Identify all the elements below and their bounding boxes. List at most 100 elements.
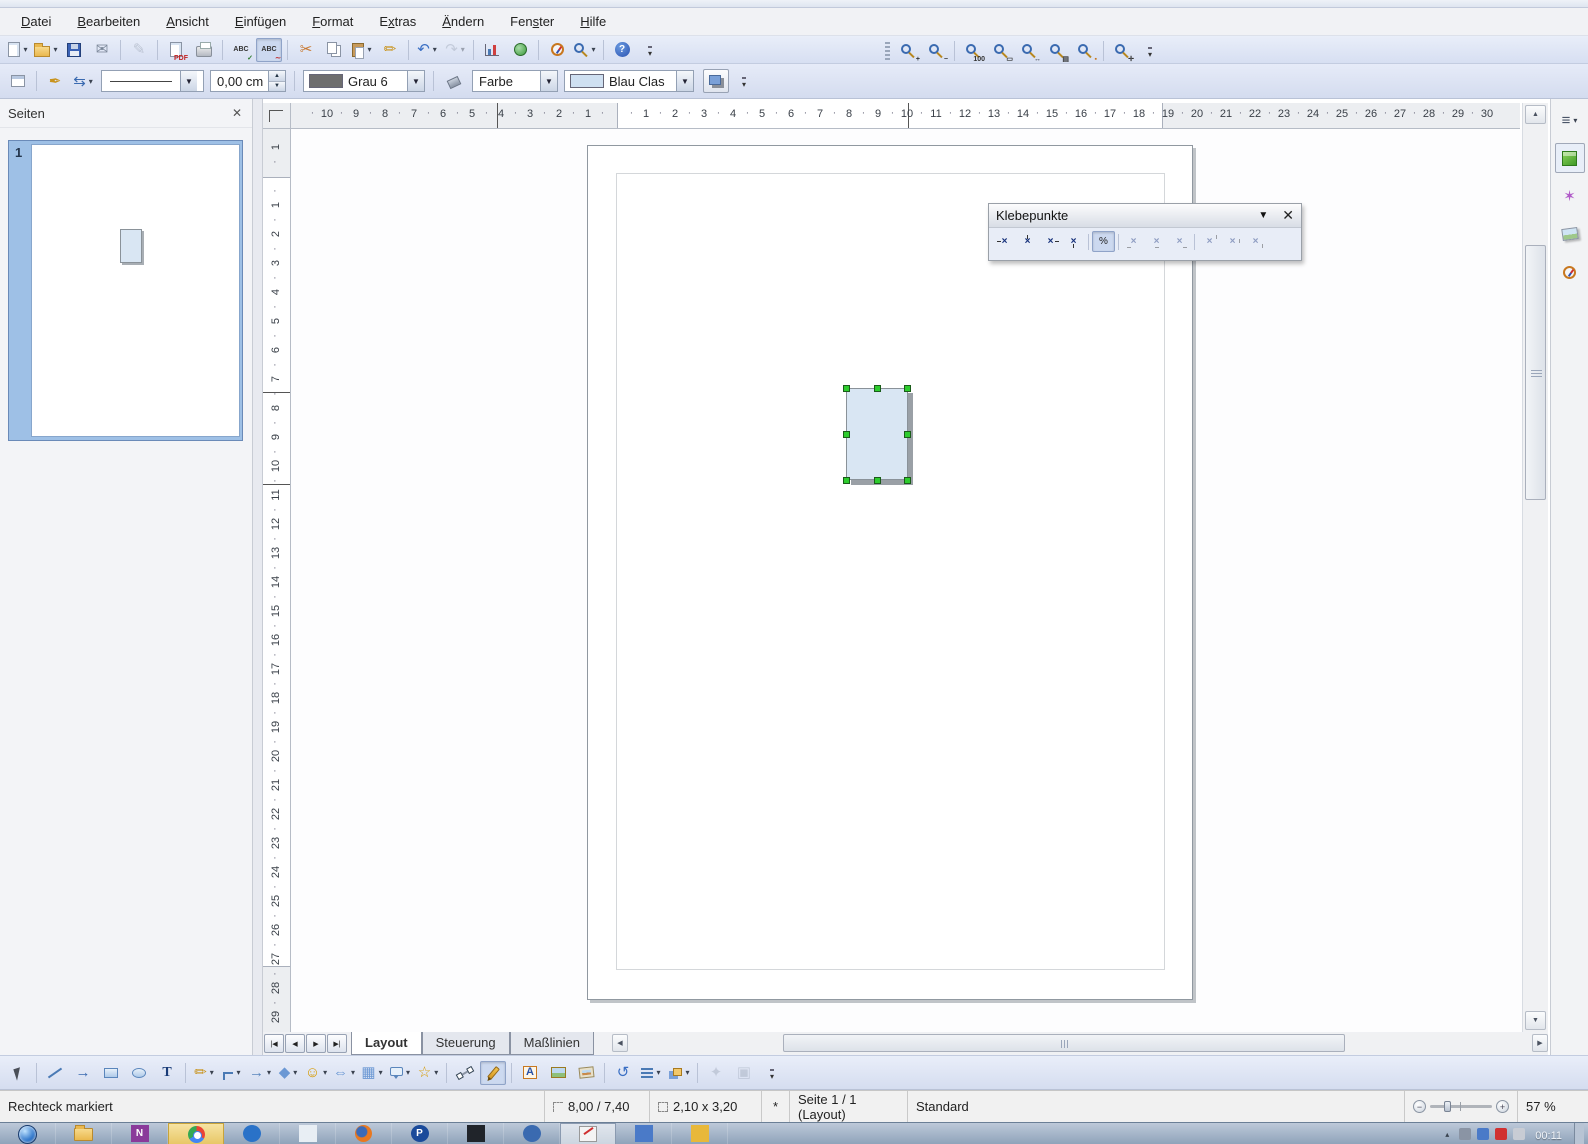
fill-style-select[interactable]: Farbe ▼ [472, 70, 558, 92]
zoom-slider[interactable] [1430, 1105, 1492, 1108]
ruler-corner[interactable] [263, 103, 291, 129]
zoom-previous-button[interactable]: ▤ [1044, 39, 1070, 63]
paste-dropdown[interactable]: ▾ [367, 45, 371, 54]
save-button[interactable] [61, 38, 87, 62]
tray-icon-3[interactable] [1495, 1128, 1507, 1140]
block-arrows-dropdown[interactable]: ▾ [351, 1068, 355, 1077]
fill-color-select[interactable]: Blau Clas ▼ [564, 70, 694, 92]
taskbar-app-circle[interactable] [504, 1123, 560, 1144]
previous-layer-button[interactable]: ◀ [285, 1034, 305, 1053]
toolbar-options-button[interactable]: ▾ [1137, 39, 1163, 63]
show-desktop-button[interactable] [1574, 1123, 1584, 1144]
toolbar-menu-icon[interactable]: ▼ [1258, 210, 1268, 221]
zoom-entire-page-button[interactable]: ▭ [988, 39, 1014, 63]
arrange-dropdown[interactable]: ▾ [685, 1068, 689, 1077]
symbol-shapes-dropdown[interactable]: ▾ [323, 1068, 327, 1077]
line-style-select[interactable]: ▼ [101, 70, 204, 92]
text-box-button[interactable]: T [154, 1061, 180, 1085]
stars-banners-dropdown[interactable]: ▾ [434, 1068, 438, 1077]
rectangle-button[interactable] [98, 1061, 124, 1085]
selection-handle[interactable] [874, 385, 881, 392]
taskbar-firefox[interactable] [336, 1123, 392, 1144]
close-icon[interactable]: ✕ [1282, 207, 1294, 224]
help-button[interactable]: ? [609, 38, 635, 62]
menu-bearbeiten[interactable]: Bearbeiten [64, 10, 153, 33]
taskbar-onenote[interactable]: N [112, 1123, 168, 1144]
insert-chart-button[interactable] [479, 38, 505, 62]
stars-banners-button[interactable]: ☆▾ [415, 1061, 441, 1085]
line-width-stepper[interactable]: ▲▼ [268, 71, 285, 91]
toolbar-options-button[interactable]: ▾ [637, 38, 663, 62]
export-pdf-button[interactable]: PDF [163, 38, 189, 62]
tray-expand[interactable]: ▴ [1441, 1128, 1453, 1140]
line-color-dropdown[interactable]: ▼ [407, 71, 424, 91]
line-width-value[interactable]: 0,00 cm [211, 74, 268, 89]
menu-format[interactable]: Format [299, 10, 366, 33]
toolbar-grip[interactable] [885, 42, 890, 60]
menu-datei[interactable]: Datei [8, 10, 64, 33]
insert-image-button[interactable] [545, 1061, 571, 1085]
block-arrows-button[interactable]: ⇔▾ [331, 1061, 357, 1085]
new-dropdown[interactable]: ▾ [23, 45, 27, 54]
tab-masslinien[interactable]: Maßlinien [510, 1032, 594, 1055]
drawing-canvas[interactable]: Klebepunkte ▼ ✕ ××××%×××××× [291, 129, 1522, 1032]
callouts-button[interactable]: ▾ [387, 1061, 413, 1085]
zoom-out-button[interactable]: − [923, 39, 949, 63]
basic-shapes-button[interactable]: ◆▾ [275, 1061, 301, 1085]
taskbar-chrome[interactable] [168, 1123, 224, 1144]
undo-dropdown[interactable]: ▾ [433, 45, 437, 54]
new-button[interactable]: ▾ [5, 38, 31, 62]
taskbar-app-orb[interactable]: P [392, 1123, 448, 1144]
zoom-slider-thumb[interactable] [1444, 1101, 1451, 1112]
gallery-button[interactable] [573, 1061, 599, 1085]
open-dropdown[interactable]: ▾ [53, 45, 57, 54]
zoom-out-icon[interactable]: − [1413, 1100, 1426, 1113]
toolbar-options-button[interactable]: ▾ [731, 69, 757, 93]
menu-fenster[interactable]: Fenster [497, 10, 567, 33]
copy-button[interactable] [321, 38, 347, 62]
menu-ansicht[interactable]: Ansicht [153, 10, 222, 33]
sidebar-settings-dropdown[interactable]: ▾ [1573, 116, 1577, 125]
zoom-page-width-button[interactable]: ↔ [1016, 39, 1042, 63]
glue-points-button[interactable] [480, 1061, 506, 1085]
scroll-down-icon[interactable]: ▼ [1525, 1011, 1546, 1030]
scroll-right-icon[interactable]: ▶ [1532, 1034, 1548, 1052]
gluepoints-toolbar-titlebar[interactable]: Klebepunkte ▼ ✕ [989, 204, 1301, 228]
auto-spellcheck-button[interactable]: ABC∼ [256, 38, 282, 62]
last-layer-button[interactable]: ▶| [327, 1034, 347, 1053]
sidebar-images-button[interactable] [1555, 219, 1585, 249]
fill-dialog-button[interactable] [441, 69, 467, 93]
exit-direction-bottom-button[interactable]: × [1062, 231, 1085, 252]
fill-color-dropdown[interactable]: ▼ [676, 71, 693, 91]
flowchart-dropdown[interactable]: ▾ [379, 1068, 383, 1077]
tray-icon-4[interactable] [1513, 1128, 1525, 1140]
alignment-dropdown[interactable]: ▾ [656, 1068, 660, 1077]
menu-extras[interactable]: Extras [366, 10, 429, 33]
page[interactable] [587, 145, 1193, 1000]
selection-handle[interactable] [874, 477, 881, 484]
scroll-up-icon[interactable]: ▲ [1525, 105, 1546, 124]
status-zoom-percent[interactable]: 57 % [1518, 1091, 1588, 1122]
taskbar-app-dark[interactable] [448, 1123, 504, 1144]
select-button[interactable] [5, 1061, 31, 1085]
menu-aendern[interactable]: Ändern [429, 10, 497, 33]
clone-formatting-button[interactable]: ✏ [377, 38, 403, 62]
lines-and-arrows-button[interactable]: →▾ [247, 1061, 273, 1085]
line-button[interactable] [42, 1061, 68, 1085]
print-button[interactable] [191, 38, 217, 62]
selection-handle[interactable] [904, 431, 911, 438]
horizontal-scrollbar[interactable]: ◀ ▶ [612, 1033, 1548, 1054]
selection-handle[interactable] [904, 477, 911, 484]
status-page[interactable]: Seite 1 / 1 (Layout) [790, 1091, 908, 1122]
taskbar-app-media[interactable] [224, 1123, 280, 1144]
pan-button[interactable]: ✛ [1109, 39, 1135, 63]
shadow-button[interactable] [703, 69, 729, 93]
sidebar-settings-button[interactable]: ≡▾ [1555, 105, 1585, 135]
taskbar-draw-active[interactable] [560, 1123, 616, 1144]
status-template[interactable]: Standard [908, 1091, 1405, 1122]
zoom-search-button[interactable]: ▾ [572, 38, 598, 62]
selection-handle[interactable] [904, 385, 911, 392]
undo-button[interactable]: ↶▾ [414, 38, 440, 62]
taskbar-app-wave[interactable] [672, 1123, 728, 1144]
fontwork-gallery-button[interactable]: A [517, 1061, 543, 1085]
